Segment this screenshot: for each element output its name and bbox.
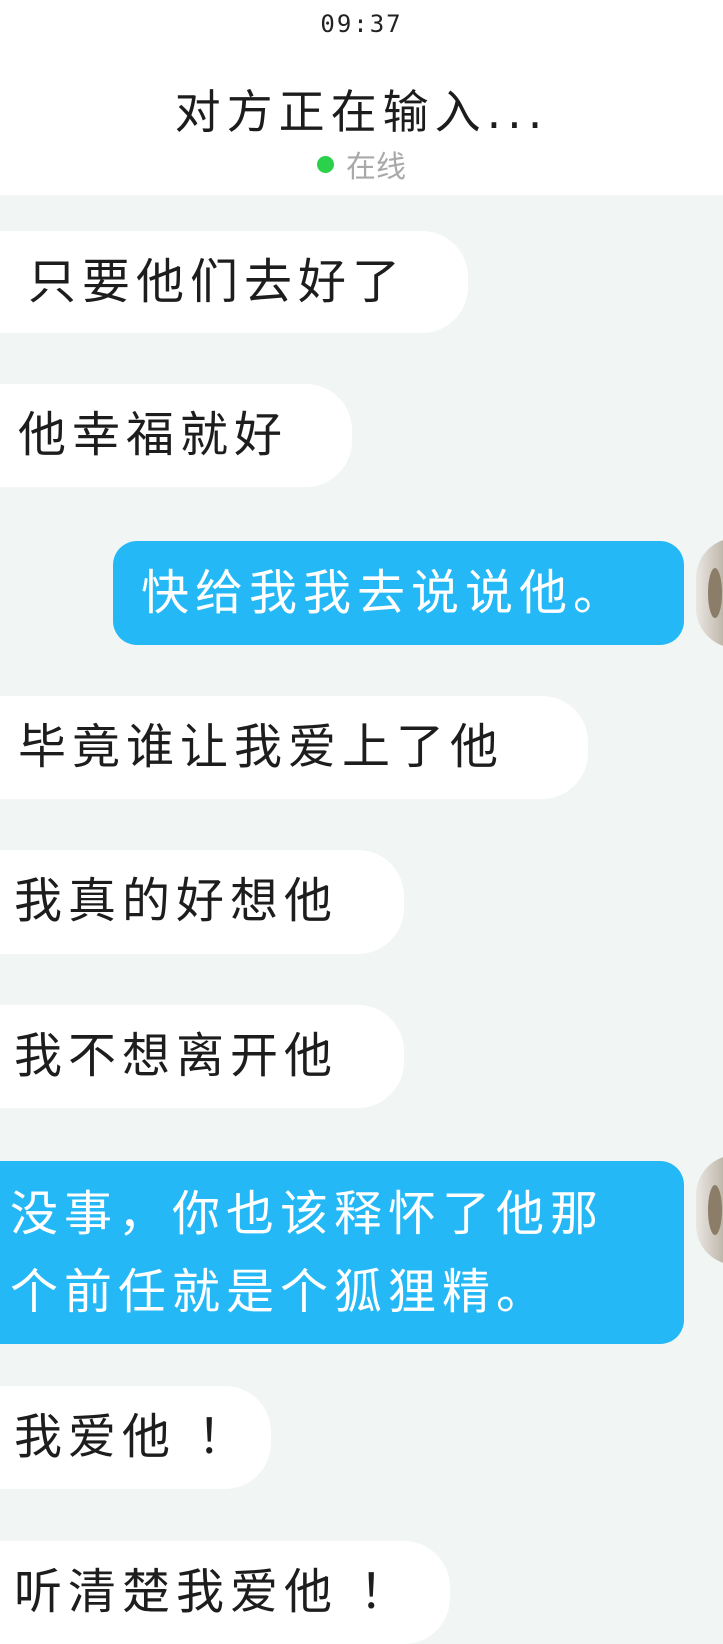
- message-list[interactable]: 只要他们去好了 他幸福就好 快给我我去说说他。 毕竟谁让我爱上了他 我真的好想他…: [0, 195, 723, 1644]
- message-text: 我真的好想他: [14, 873, 339, 929]
- incoming-message[interactable]: 他幸福就好: [0, 384, 352, 487]
- message-text: 我不想离开他: [14, 1028, 339, 1084]
- chat-header: 09:37 对方正在输入... 在线: [0, 0, 723, 195]
- my-avatar[interactable]: [696, 1155, 723, 1265]
- online-dot-icon: [317, 155, 334, 173]
- message-text: 快给我我去说说他。: [141, 565, 628, 621]
- message-text: 只要他们去好了: [28, 254, 407, 310]
- status-bar-time: 09:37: [320, 10, 403, 38]
- message-text: 我爱他 ！: [14, 1409, 252, 1465]
- chat-title: 对方正在输入...: [174, 85, 549, 139]
- incoming-message[interactable]: 我不想离开他: [0, 1005, 404, 1108]
- outgoing-message[interactable]: 没事，你也该释怀了他那 个前任就是个狐狸精。: [0, 1161, 684, 1344]
- outgoing-message[interactable]: 快给我我去说说他。: [113, 541, 684, 645]
- incoming-message[interactable]: 听清楚我爱他 ！: [0, 1541, 450, 1644]
- message-text-line: 个前任就是个狐狸精。: [10, 1264, 551, 1320]
- my-avatar[interactable]: [696, 538, 723, 648]
- incoming-message[interactable]: 我真的好想他: [0, 850, 404, 954]
- message-text: 他幸福就好: [18, 407, 289, 463]
- incoming-message[interactable]: 只要他们去好了: [0, 231, 468, 333]
- incoming-message[interactable]: 毕竟谁让我爱上了他: [0, 696, 588, 799]
- message-text: 毕竟谁让我爱上了他: [18, 719, 505, 775]
- message-text: 听清楚我爱他 ！: [14, 1564, 414, 1620]
- online-status: 在线: [0, 142, 723, 186]
- online-status-label: 在线: [346, 150, 406, 185]
- incoming-message[interactable]: 我爱他 ！: [0, 1386, 271, 1489]
- message-text-line: 没事，你也该释怀了他那: [10, 1186, 605, 1242]
